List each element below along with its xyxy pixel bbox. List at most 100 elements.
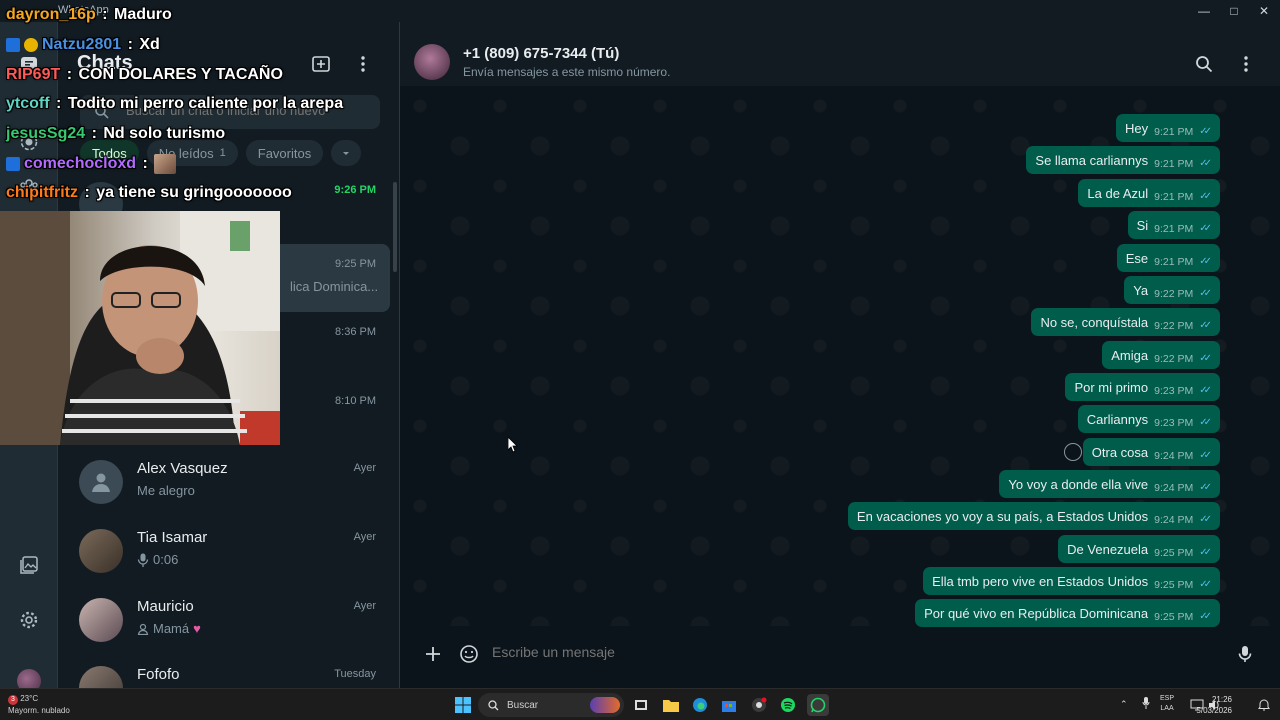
windows-taskbar: 3 23°C Mayorm. nublado Buscar ⌃ ESP LAA … [0,688,1280,720]
read-double-check-icon: ✓✓ [1199,158,1212,169]
microphone-icon[interactable] [1233,642,1257,666]
notification-bell-icon[interactable] [1258,698,1270,716]
system-clock[interactable]: 21:26 5/03/2026 [1196,694,1232,716]
contact-person-icon [137,623,149,635]
pink-heart-icon: ♥ [193,621,201,636]
stream-chat-line: ytcoff : Todito mi perro caliente por la… [6,95,343,113]
menu-kebab-icon[interactable] [1234,52,1258,76]
obs-icon[interactable] [748,694,770,716]
search-icon[interactable] [1192,52,1216,76]
read-double-check-icon: ✓✓ [1199,450,1212,461]
chat-name: Fofofo [137,666,180,683]
edge-browser-icon[interactable] [689,694,711,716]
chat-message: ya tiene su gringooooooo [96,184,292,201]
windows-start-icon[interactable] [452,694,474,716]
message-time: 9:21 PM [1154,255,1194,268]
read-double-check-icon: ✓✓ [1199,320,1212,331]
message-time: 9:25 PM [1154,546,1194,559]
outgoing-message-bubble[interactable]: Amiga 9:22 PM ✓✓ [1102,341,1220,369]
stream-chat-line: RIP69T : CON DOLARES Y TACAÑO [6,66,283,84]
chat-message: Todito mi perro caliente por la arepa [67,95,344,112]
outgoing-message-bubble[interactable]: Otra cosa 9:24 PM ✓✓ [1082,438,1220,466]
chat-separator: : [62,66,77,83]
spotify-icon[interactable] [777,694,799,716]
settings-gear-icon[interactable] [17,608,41,632]
emote-image [154,154,177,174]
read-double-check-icon: ✓✓ [1199,126,1212,137]
sub-badge-icon [6,157,20,171]
outgoing-message-bubble[interactable]: Se llama carliannys 9:21 PM ✓✓ [1026,146,1220,174]
outgoing-message-bubble[interactable]: En vacaciones yo voy a su país, a Estado… [847,502,1220,530]
close-button[interactable]: ✕ [1246,0,1280,22]
chat-message: Maduro [114,6,172,23]
default-avatar-icon [79,460,123,504]
taskbar-search-label: Buscar [507,699,539,711]
conversation-panel: +1 (809) 675-7344 (Tú) Envía mensajes a … [400,22,1280,688]
chat-separator: : [80,184,95,201]
chat-list-scrollbar[interactable] [393,182,397,272]
chat-time: 9:25 PM [335,258,376,270]
message-text: La de Azul [1087,185,1149,201]
outgoing-message-bubble[interactable]: No se, conquístala 9:22 PM ✓✓ [1031,308,1220,336]
read-double-check-icon: ✓✓ [1199,288,1212,299]
chat-time: Tuesday [334,668,376,680]
outgoing-message-bubble[interactable]: De Venezuela 9:25 PM ✓✓ [1058,535,1220,563]
message-input[interactable] [492,644,1212,660]
message-text: Por qué vivo en República Dominicana [924,605,1149,621]
menu-kebab-icon[interactable] [351,52,375,76]
message-text: Carliannys [1086,411,1149,427]
webcam-overlay [0,211,280,445]
message-time: 9:23 PM [1154,416,1194,429]
taskbar-search[interactable]: Buscar [478,693,624,717]
outgoing-message-bubble[interactable]: Por qué vivo en República Dominicana 9:25… [915,599,1220,627]
tray-overflow-chevron-icon[interactable]: ⌃ [1120,699,1128,710]
outgoing-message-bubble[interactable]: Carliannys 9:23 PM ✓✓ [1077,405,1220,433]
outgoing-message-bubble[interactable]: Hey 9:21 PM ✓✓ [1116,114,1220,142]
contact-name[interactable]: +1 (809) 675-7344 (Tú) [463,45,619,62]
tray-microphone-icon[interactable] [1142,697,1150,715]
stream-chat-line: jesusSg24 : Nd solo turismo [6,125,225,143]
media-gallery-icon[interactable] [17,553,41,577]
outgoing-message-bubble[interactable]: Ese 9:21 PM ✓✓ [1116,244,1220,272]
message-time: 9:24 PM [1154,513,1194,526]
stream-chat-line: chipitfritz : ya tiene su gringooooooo [6,184,292,202]
chat-username: Natzu2801 [42,36,122,53]
outgoing-message-bubble[interactable]: Ya 9:22 PM ✓✓ [1124,276,1220,304]
weather-badge: 3 [8,695,18,705]
outgoing-message-bubble[interactable]: Yo voy a donde ella vive 9:24 PM ✓✓ [999,470,1220,498]
sticker-emoji-icon[interactable] [457,642,481,666]
chat-separator: : [138,155,153,172]
task-view-icon[interactable] [630,694,652,716]
chat-list-item[interactable]: Alex Vasquez Ayer Me alegro [68,448,390,516]
chat-username: comechocloxd [24,155,137,172]
whatsapp-taskbar-icon[interactable] [807,694,829,716]
read-double-check-icon: ✓✓ [1199,579,1212,590]
input-language-indicator[interactable]: ESP LAA [1160,694,1174,714]
contact-avatar[interactable] [414,44,450,80]
message-text: En vacaciones yo voy a su país, a Estado… [856,508,1149,524]
chat-preview: lica Dominica... [290,279,379,294]
chat-list-item[interactable]: Mauricio Ayer Mamá ♥ [68,586,390,654]
message-text: Ese [1125,250,1149,266]
chat-time: Ayer [353,531,376,543]
message-text: Yo voy a donde ella vive [1008,476,1149,492]
language-code: ESP [1160,695,1175,702]
file-explorer-icon[interactable] [660,694,682,716]
attach-plus-icon[interactable] [421,642,445,666]
outgoing-message-bubble[interactable]: Por mi primo 9:23 PM ✓✓ [1065,373,1220,401]
stream-chat-line: comechocloxd : [6,154,177,174]
keyboard-layout: LAA [1160,705,1174,712]
chat-list-item[interactable]: Fofofo Tuesday [68,654,390,688]
outgoing-message-bubble[interactable]: Ella tmb pero vive en Estados Unidos 9:25… [923,567,1220,595]
clock-time: 21:26 [1211,695,1232,704]
store-icon[interactable] [718,694,740,716]
outgoing-message-bubble[interactable]: La de Azul 9:21 PM ✓✓ [1078,179,1220,207]
outgoing-message-bubble[interactable]: Si 9:21 PM ✓✓ [1127,211,1220,239]
message-time: 9:24 PM [1154,481,1194,494]
chat-list-item[interactable]: Tia Isamar Ayer 0:06 [68,517,390,585]
message-text: Ya [1133,282,1149,298]
message-time: 9:21 PM [1154,157,1194,170]
react-emoji-icon[interactable] [1064,443,1082,461]
weather-widget[interactable]: 3 23°C Mayorm. nublado [8,693,70,716]
read-double-check-icon: ✓✓ [1199,611,1212,622]
